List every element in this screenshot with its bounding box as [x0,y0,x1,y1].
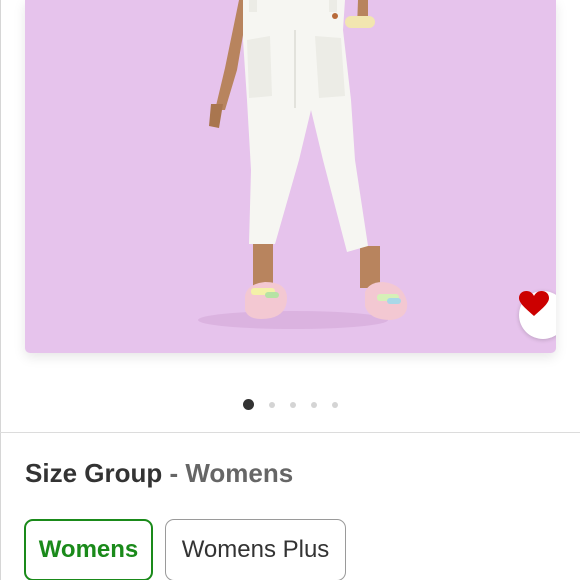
size-option-label: Womens [38,536,139,563]
carousel-dot[interactable] [269,401,275,408]
heart-icon [519,291,549,316]
size-group-label: Size Group [25,458,163,488]
carousel-dot[interactable] [243,399,254,410]
size-group-selected-value: Womens [185,458,294,488]
left-border [0,0,1,580]
product-photo [198,0,408,329]
size-option-label: Womens Plus [181,536,330,563]
size-option-womens[interactable]: Womens [24,519,153,580]
carousel-dot[interactable] [332,401,338,408]
image-carousel-indicator [243,399,353,410]
carousel-dot[interactable] [311,401,317,408]
size-group-heading: Size Group - Womens [25,456,293,490]
product-image[interactable] [25,0,556,353]
size-option-womens-plus[interactable]: Womens Plus [165,519,346,580]
product-detail-page: Size Group - Womens Womens Womens Plus [0,0,580,580]
size-group-separator: - [162,458,186,488]
section-divider [0,432,580,433]
carousel-dot[interactable] [290,401,296,408]
